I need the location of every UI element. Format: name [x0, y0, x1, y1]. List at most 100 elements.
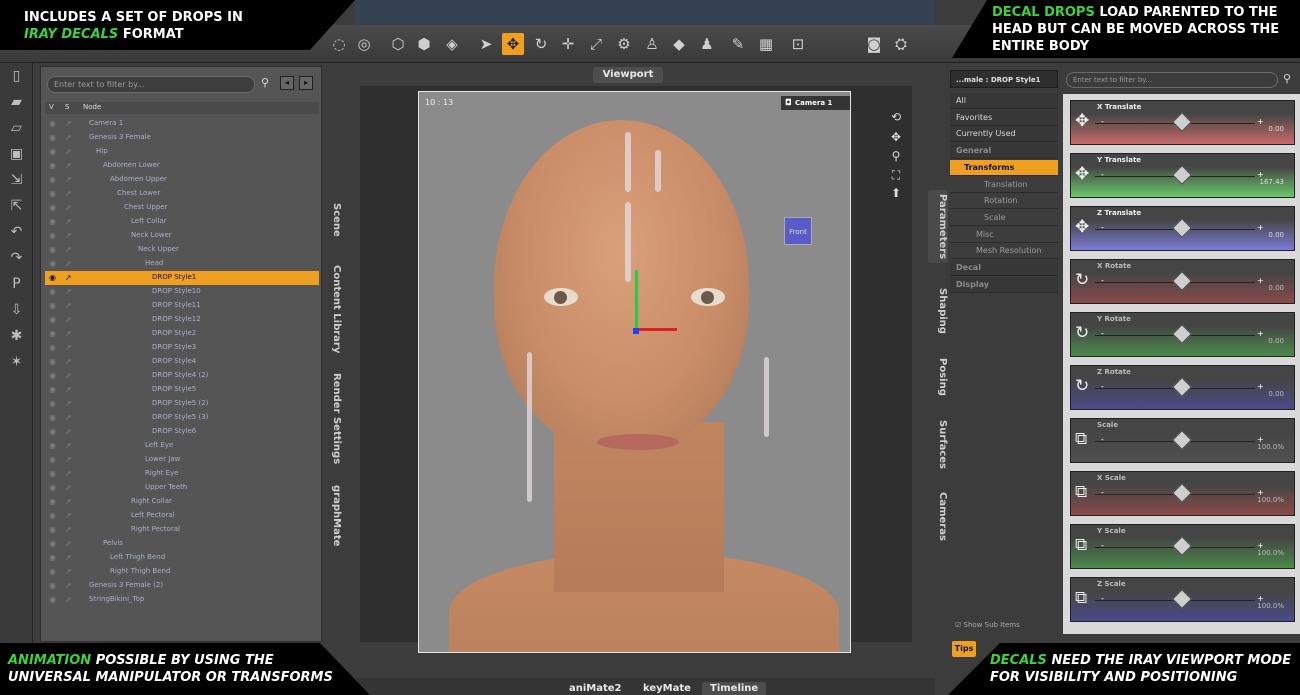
tab-scene[interactable]: Scene — [322, 203, 342, 237]
select-arrow-icon[interactable]: ➤ — [475, 33, 497, 55]
selectable-arrow-icon[interactable]: ➚ — [65, 581, 72, 590]
camera-select[interactable]: ◘ Camera 1 — [781, 96, 850, 110]
selectable-arrow-icon[interactable]: ➚ — [65, 287, 72, 296]
parameter-value[interactable]: 0.00 — [1268, 125, 1284, 133]
parameter-slider[interactable]: ↻ Y Rotate - +0.00 — [1070, 312, 1295, 357]
scene-tree-row[interactable]: ◉ ➚ Abdomen Upper — [45, 173, 319, 187]
selectable-arrow-icon[interactable]: ➚ — [65, 427, 72, 436]
visibility-eye-icon[interactable]: ◉ — [49, 217, 56, 226]
decrement-icon[interactable]: - — [1101, 382, 1104, 391]
scene-tree-row[interactable]: ◉ ➚ Neck Lower — [45, 229, 319, 243]
param-group-item[interactable]: Currently Used — [950, 126, 1058, 143]
scene-tree-row[interactable]: ◉ ➚ DROP Style6 — [45, 425, 319, 439]
slider-knob[interactable] — [1172, 112, 1192, 132]
cube-tool-icon[interactable]: ⬡ — [387, 33, 409, 55]
selectable-arrow-icon[interactable]: ➚ — [65, 567, 72, 576]
scene-tree-row[interactable]: ◉ ➚ Upper Teeth — [45, 481, 319, 495]
parameter-slider[interactable]: ⧉ X Scale - +100.0% — [1070, 471, 1295, 516]
scale-tool-icon[interactable]: ⤢ — [585, 33, 607, 55]
figure-pose-icon[interactable]: ✶ — [0, 349, 33, 375]
slider-knob[interactable] — [1172, 589, 1192, 609]
translate-tool-icon[interactable]: ✛ — [557, 33, 579, 55]
forward-arrow-icon[interactable]: ▸ — [299, 76, 313, 90]
visibility-eye-icon[interactable]: ◉ — [49, 133, 56, 142]
scene-tree-row[interactable]: ◉ ➚ StringBikini_Top — [45, 593, 319, 607]
visibility-eye-icon[interactable]: ◉ — [49, 203, 56, 212]
scene-tree-row[interactable]: ◉ ➚ DROP Style5 — [45, 383, 319, 397]
rotate-tool-icon[interactable]: ↻ — [530, 33, 552, 55]
scene-tree-row[interactable]: ◉ ➚ DROP Style1 — [45, 271, 319, 285]
selectable-arrow-icon[interactable]: ➚ — [65, 525, 72, 534]
visibility-eye-icon[interactable]: ◉ — [49, 581, 56, 590]
parameter-value[interactable]: 0.00 — [1268, 390, 1284, 398]
new-file-icon[interactable]: ▯ — [0, 63, 33, 89]
visibility-eye-icon[interactable]: ◉ — [49, 189, 56, 198]
selectable-arrow-icon[interactable]: ➚ — [65, 385, 72, 394]
decrement-icon[interactable]: - — [1101, 117, 1104, 126]
orbit-tool-icon[interactable]: ◌ — [328, 33, 350, 55]
parameter-value[interactable]: 100.0% — [1257, 549, 1284, 557]
slider-knob[interactable] — [1172, 165, 1192, 185]
scene-tree-row[interactable]: ◉ ➚ Right Thigh Bend — [45, 565, 319, 579]
slider-knob[interactable] — [1172, 218, 1192, 238]
render-settings-icon[interactable]: ⛭ — [890, 33, 912, 55]
search-icon[interactable]: ⚲ — [261, 76, 269, 89]
scene-tree-row[interactable]: ◉ ➚ Right Pectoral — [45, 523, 319, 537]
tab-render-settings[interactable]: Render Settings — [322, 373, 342, 464]
scene-tree-row[interactable]: ◉ ➚ DROP Style12 — [45, 313, 319, 327]
open-folder-icon[interactable]: ▰ — [0, 89, 33, 115]
scene-tree-row[interactable]: ◉ ➚ DROP Style4 (2) — [45, 369, 319, 383]
selectable-arrow-icon[interactable]: ➚ — [65, 455, 72, 464]
merge-icon[interactable]: ▱ — [0, 115, 33, 141]
selectable-arrow-icon[interactable]: ➚ — [65, 539, 72, 548]
selectable-arrow-icon[interactable]: ➚ — [65, 245, 72, 254]
redo-icon[interactable]: ↷ — [0, 245, 33, 271]
selectable-arrow-icon[interactable]: ➚ — [65, 469, 72, 478]
joint-tool-icon[interactable]: ⚙ — [613, 33, 635, 55]
selectable-arrow-icon[interactable]: ➚ — [65, 259, 72, 268]
target-tool-icon[interactable]: ◎ — [353, 33, 375, 55]
paint-tool-icon[interactable]: ▦ — [755, 33, 777, 55]
tab-parameters[interactable]: Parameters — [928, 190, 948, 264]
slider-knob[interactable] — [1172, 430, 1192, 450]
scene-tree-row[interactable]: ◉ ➚ DROP Style11 — [45, 299, 319, 313]
selectable-arrow-icon[interactable]: ➚ — [65, 133, 72, 142]
column-selectable[interactable]: S — [65, 103, 69, 111]
visibility-eye-icon[interactable]: ◉ — [49, 161, 56, 170]
visibility-eye-icon[interactable]: ◉ — [49, 525, 56, 534]
parameter-slider[interactable]: ⧉ Y Scale - +100.0% — [1070, 524, 1295, 569]
selectable-arrow-icon[interactable]: ➚ — [65, 231, 72, 240]
visibility-eye-icon[interactable]: ◉ — [49, 259, 56, 268]
scene-tree-row[interactable]: ◉ ➚ Left Eye — [45, 439, 319, 453]
scene-tree-row[interactable]: ◉ ➚ Chest Lower — [45, 187, 319, 201]
slider-knob[interactable] — [1172, 536, 1192, 556]
scene-tree-row[interactable]: ◉ ➚ Lower Jaw — [45, 453, 319, 467]
visibility-eye-icon[interactable]: ◉ — [49, 273, 56, 282]
scene-tree-row[interactable]: ◉ ➚ Right Collar — [45, 495, 319, 509]
param-group-item[interactable]: Transforms — [950, 159, 1058, 176]
back-arrow-icon[interactable]: ◂ — [280, 76, 294, 90]
increment-icon[interactable]: + — [1257, 382, 1264, 391]
scene-tree-row[interactable]: ◉ ➚ Right Eye — [45, 467, 319, 481]
increment-icon[interactable]: + — [1257, 329, 1264, 338]
tab-content-library[interactable]: Content Library — [322, 265, 342, 353]
parameter-slider[interactable]: ↻ Z Rotate - +0.00 — [1070, 365, 1295, 410]
decrement-icon[interactable]: - — [1101, 276, 1104, 285]
scene-tree-row[interactable]: ◉ ➚ Camera 1 — [45, 117, 319, 131]
export-icon[interactable]: ⇱ — [0, 193, 33, 219]
parameter-value[interactable]: 100.0% — [1257, 443, 1284, 451]
visibility-eye-icon[interactable]: ◉ — [49, 385, 56, 394]
visibility-eye-icon[interactable]: ◉ — [49, 595, 56, 604]
tab-graphmate[interactable]: graphMate — [322, 485, 342, 546]
parameter-slider[interactable]: ⧉ Scale - +100.0% — [1070, 418, 1295, 463]
scene-tree-row[interactable]: ◉ ➚ DROP Style3 — [45, 341, 319, 355]
manipulator-z-axis[interactable] — [633, 328, 639, 334]
selectable-arrow-icon[interactable]: ➚ — [65, 301, 72, 310]
geometry-icon[interactable]: ◈ — [441, 33, 463, 55]
tab-timeline[interactable]: Timeline — [702, 682, 767, 695]
manipulator-x-axis[interactable] — [637, 328, 677, 331]
figure-tool-icon[interactable]: ♙ — [641, 33, 663, 55]
viewport-tab[interactable]: Viewport — [593, 67, 663, 83]
visibility-eye-icon[interactable]: ◉ — [49, 511, 56, 520]
selectable-arrow-icon[interactable]: ➚ — [65, 315, 72, 324]
